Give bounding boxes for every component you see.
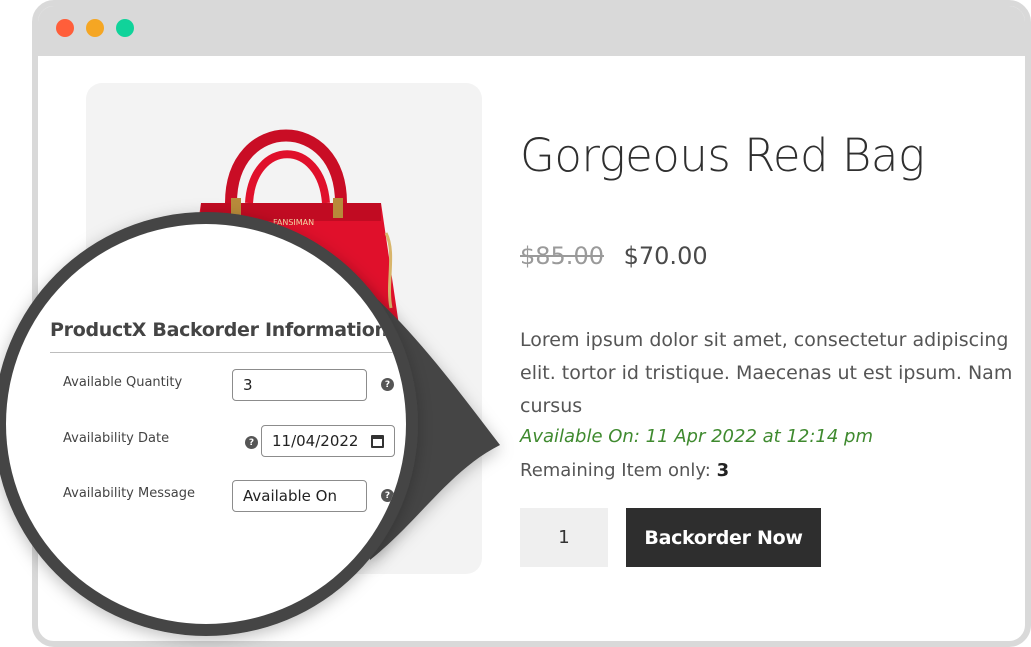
availability-message-label: Availability Message: [63, 486, 195, 501]
help-icon[interactable]: ?: [245, 436, 258, 449]
available-quantity-input[interactable]: 3: [232, 369, 367, 401]
availability-date-input[interactable]: 11/04/2022: [261, 425, 395, 457]
backorder-info-panel: ProductX Backorder Information Available…: [6, 224, 406, 624]
availability-message-input[interactable]: Available On: [232, 480, 367, 512]
help-icon[interactable]: ?: [381, 489, 394, 502]
availability-date-label: Availability Date: [63, 431, 170, 446]
panel-divider: [50, 352, 406, 353]
help-icon[interactable]: ?: [381, 378, 394, 391]
available-quantity-label: Available Quantity: [63, 375, 183, 390]
panel-title: ProductX Backorder Information: [50, 319, 388, 341]
calendar-icon[interactable]: [371, 434, 384, 448]
availability-date-value: 11/04/2022: [272, 432, 359, 450]
